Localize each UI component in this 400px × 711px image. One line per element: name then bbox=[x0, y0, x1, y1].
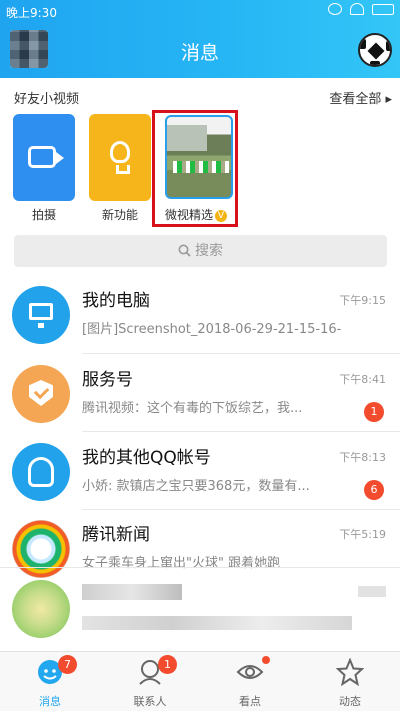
videos-header: 好友小视频 查看全部 ▸ bbox=[14, 88, 392, 107]
tab-messages[interactable]: 7 消息 bbox=[0, 652, 100, 711]
conversation-name: 我的电脑 bbox=[82, 291, 150, 311]
page-title: 消息 bbox=[180, 42, 219, 64]
bottom-nav: 7 消息 1 联系人 看点 动态 bbox=[0, 651, 400, 711]
app-header: 晚上9:30 消息 bbox=[0, 0, 400, 78]
tab-badge: 7 bbox=[58, 655, 77, 674]
battery-icon bbox=[372, 3, 394, 15]
blurred-time bbox=[358, 586, 386, 597]
lightbulb-icon bbox=[110, 141, 130, 174]
conversation-time: 下午8:41 bbox=[339, 373, 386, 386]
conversation-time: 下午9:15 bbox=[339, 294, 386, 307]
conversation-name: 服务号 bbox=[82, 370, 133, 390]
conversation-time: 下午5:19 bbox=[339, 528, 386, 541]
conversation-message: 女子乘车身上窜出"火球" 跟着她跑 bbox=[82, 556, 281, 571]
unread-badge: 1 bbox=[364, 402, 384, 422]
blurred-avatar bbox=[12, 580, 70, 638]
see-all-link[interactable]: 查看全部 ▸ bbox=[329, 88, 392, 107]
wifi-icon bbox=[350, 3, 364, 15]
conversation-message: 小娇: 款镇店之宝只要368元，数量有... bbox=[82, 479, 310, 494]
search-placeholder: 搜索 bbox=[195, 243, 223, 259]
notification-dot bbox=[262, 656, 270, 664]
conversation-name: 我的其他QQ帐号 bbox=[82, 448, 211, 468]
qq-accounts-icon bbox=[12, 443, 70, 501]
divider bbox=[82, 431, 400, 432]
tab-contacts[interactable]: 1 联系人 bbox=[100, 652, 200, 711]
blurred-name bbox=[82, 584, 182, 600]
new-feature-label: 新功能 bbox=[101, 208, 138, 222]
conversation-message: [图片]Screenshot_2018-06-29-21-15-16-... bbox=[82, 322, 342, 337]
search-icon bbox=[178, 244, 191, 257]
conversation-row[interactable]: 服务号 腾讯视频：这个有毒的下饭综艺，我... 下午8:41 1 bbox=[0, 355, 400, 433]
tab-badge: 1 bbox=[158, 655, 177, 674]
conversation-row-blurred[interactable] bbox=[0, 570, 400, 648]
tab-discover[interactable]: 看点 bbox=[200, 652, 300, 711]
new-feature-card[interactable] bbox=[89, 114, 151, 201]
status-icons bbox=[328, 3, 394, 15]
tab-label: 看点 bbox=[239, 695, 261, 708]
tab-label: 动态 bbox=[339, 695, 361, 708]
conversation-row[interactable]: 我的电脑 [图片]Screenshot_2018-06-29-21-15-16-… bbox=[0, 276, 400, 354]
tab-label: 消息 bbox=[39, 695, 61, 708]
search-bar[interactable]: 搜索 bbox=[14, 235, 387, 267]
shoot-video-label: 拍摄 bbox=[31, 208, 56, 222]
divider bbox=[0, 567, 400, 568]
soccer-ball-icon[interactable] bbox=[358, 33, 392, 67]
tab-moments[interactable]: 动态 bbox=[300, 652, 400, 711]
eye-icon bbox=[236, 665, 264, 679]
status-time: 晚上9:30 bbox=[6, 6, 57, 20]
conversation-row[interactable]: 我的其他QQ帐号 小娇: 款镇店之宝只要368元，数量有... 下午8:13 6 bbox=[0, 433, 400, 511]
computer-icon bbox=[12, 286, 70, 344]
shoot-video-card[interactable] bbox=[13, 114, 75, 201]
blurred-message bbox=[82, 616, 352, 630]
tab-label: 联系人 bbox=[133, 695, 167, 708]
conversation-time: 下午8:13 bbox=[339, 451, 386, 464]
alarm-icon bbox=[328, 3, 342, 15]
video-camera-icon bbox=[28, 146, 64, 168]
conversation-name: 腾讯新闻 bbox=[82, 525, 150, 545]
videos-section-title: 好友小视频 bbox=[14, 92, 80, 107]
service-account-icon bbox=[12, 365, 70, 423]
divider bbox=[82, 353, 400, 354]
status-bar: 晚上9:30 bbox=[0, 0, 400, 22]
unread-badge: 6 bbox=[364, 480, 384, 500]
conversation-message: 腾讯视频：这个有毒的下饭综艺，我... bbox=[82, 401, 303, 416]
highlight-box bbox=[152, 110, 238, 227]
star-icon bbox=[336, 658, 364, 686]
